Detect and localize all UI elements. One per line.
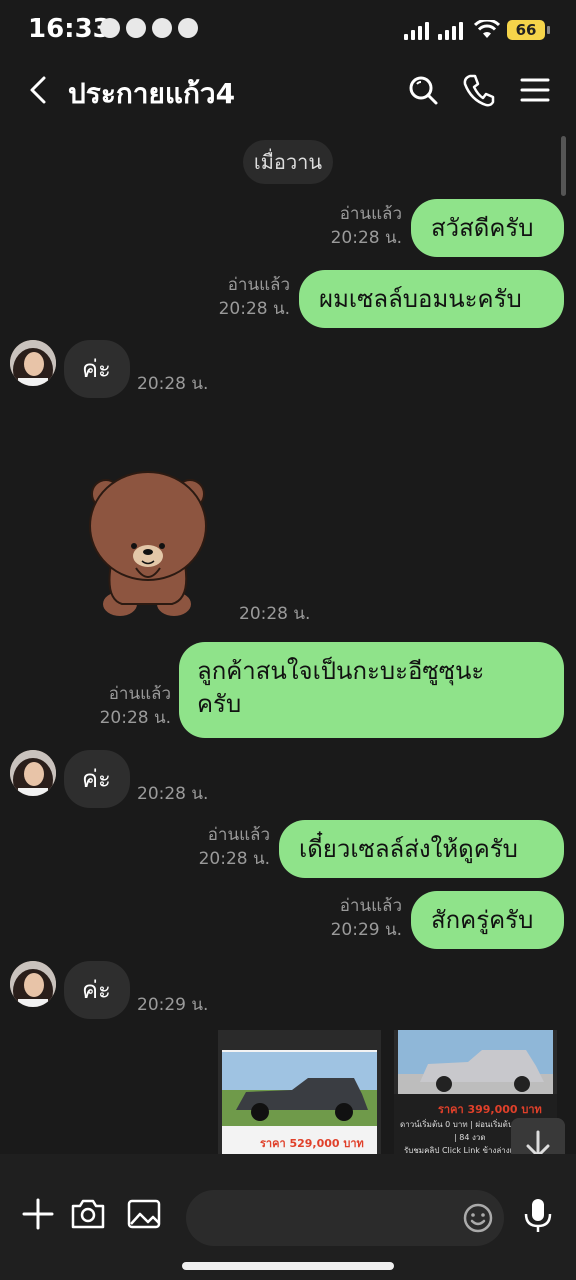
brown-bear-sticker[interactable]	[86, 468, 210, 620]
alarm-icon	[126, 18, 146, 38]
avatar[interactable]	[10, 750, 56, 796]
gallery-icon[interactable]	[126, 1196, 162, 1232]
notification-icons	[100, 18, 198, 38]
back-button[interactable]	[22, 72, 58, 108]
date-separator: เมื่อวาน	[243, 140, 333, 184]
chat-header: ประกายแก้ว4	[0, 52, 576, 130]
car-price: ราคา 529,000 บาท	[260, 1137, 364, 1150]
message-time: 20:28 น.	[99, 708, 171, 728]
outgoing-message[interactable]: ลูกค้าสนใจเป็นกะบะอีซูซุนะ ครับ	[179, 642, 564, 738]
scrollbar[interactable]	[561, 136, 566, 196]
app-notification-icon	[178, 18, 198, 38]
chat-messages[interactable]: เมื่อวาน อ่านแล้ว 20:28 น. สวัสดีครับ อ่…	[0, 130, 576, 1154]
message-meta: อ่านแล้ว 20:29 น.	[331, 894, 402, 942]
avatar-photo	[10, 961, 56, 1007]
read-receipt: อ่านแล้ว	[339, 204, 402, 224]
read-receipt: อ่านแล้ว	[108, 684, 171, 704]
message-time: 20:29 น.	[330, 920, 402, 940]
phone-icon[interactable]	[461, 72, 497, 108]
car-photo	[398, 1030, 553, 1094]
message-time: 20:29 น.	[137, 995, 209, 1015]
message-time: 20:28 น.	[137, 374, 209, 394]
signal-icon-2	[438, 22, 463, 40]
message-line: ครับ	[197, 690, 242, 718]
message-meta: อ่านแล้ว 20:28 น.	[219, 273, 290, 321]
message-line: ลูกค้าสนใจเป็นกะบะอีซูซุนะ	[197, 657, 485, 685]
wifi-icon	[474, 20, 500, 38]
car-photo-frame: ราคา 529,000 บาท	[222, 1050, 377, 1154]
car-price: ราคา 399,000 บาท	[438, 1103, 542, 1116]
line-icon	[152, 18, 172, 38]
message-time: 20:28 น.	[137, 784, 209, 804]
emoji-icon[interactable]	[462, 1202, 494, 1234]
outgoing-message[interactable]: เดี๋ยวเซลล์ส่งให้ดูครับ	[279, 820, 564, 878]
status-bar: 16:33 66	[0, 0, 576, 52]
avatar[interactable]	[10, 961, 56, 1007]
signal-icon-1	[404, 22, 429, 40]
avatar[interactable]	[10, 340, 56, 386]
avatar-photo	[10, 750, 56, 796]
message-time: 20:28 น.	[218, 299, 290, 319]
read-receipt: อ่านแล้ว	[339, 896, 402, 916]
message-meta: อ่านแล้ว 20:28 น.	[331, 202, 402, 250]
outgoing-message[interactable]: สวัสดีครับ	[411, 199, 564, 257]
home-indicator[interactable]	[182, 1262, 394, 1270]
car-ad-image-1[interactable]: ราคา 529,000 บาท	[218, 1030, 381, 1154]
search-icon[interactable]	[405, 72, 441, 108]
read-receipt: อ่านแล้ว	[227, 275, 290, 295]
message-time: 20:28 น.	[198, 849, 270, 869]
message-meta: อ่านแล้ว 20:28 น.	[100, 682, 171, 730]
camera-icon[interactable]	[70, 1196, 106, 1232]
message-input[interactable]	[186, 1190, 504, 1246]
incoming-message[interactable]: ค่ะ	[64, 750, 130, 808]
read-receipt: อ่านแล้ว	[207, 825, 270, 845]
mute-icon	[100, 18, 120, 38]
battery-indicator: 66	[507, 20, 550, 40]
menu-icon[interactable]	[517, 72, 553, 108]
message-time: 20:28 น.	[330, 228, 402, 248]
status-time: 16:33	[28, 14, 111, 44]
microphone-icon[interactable]	[522, 1196, 554, 1234]
avatar-photo	[10, 340, 56, 386]
incoming-message[interactable]: ค่ะ	[64, 340, 130, 398]
outgoing-message[interactable]: ผมเซลล์บอมนะครับ	[299, 270, 564, 328]
plus-icon[interactable]	[20, 1196, 56, 1232]
chat-title: ประกายแก้ว4	[68, 77, 236, 110]
car-photo	[222, 1052, 377, 1126]
message-time: 20:28 น.	[239, 604, 311, 624]
incoming-message[interactable]: ค่ะ	[64, 961, 130, 1019]
scroll-down-button[interactable]	[511, 1118, 565, 1154]
message-meta: อ่านแล้ว 20:28 น.	[199, 823, 270, 871]
outgoing-message[interactable]: สักครู่ครับ	[411, 891, 564, 949]
